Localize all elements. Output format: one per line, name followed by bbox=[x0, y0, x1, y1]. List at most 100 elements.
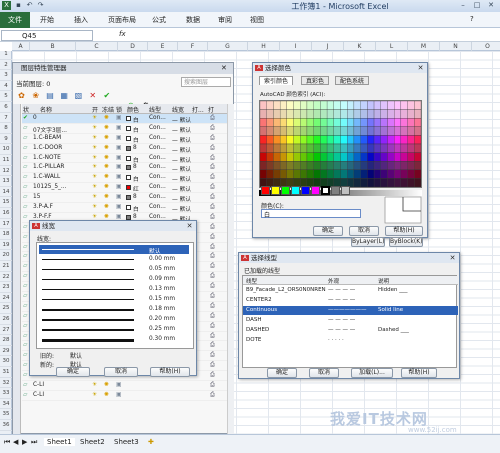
aci-swatch[interactable] bbox=[380, 161, 388, 170]
file-tab[interactable]: 文件 bbox=[0, 12, 30, 28]
lock-icon[interactable]: ▣ bbox=[116, 194, 121, 200]
search-layer-input[interactable]: 搜索图层 bbox=[181, 77, 231, 87]
printer-icon[interactable]: ⎙ bbox=[210, 184, 215, 191]
aci-swatch[interactable] bbox=[360, 152, 368, 162]
layer-row[interactable]: ▱ 15 ☀ ✺ ▣ 8 Con... — 默认 ⎙ bbox=[22, 193, 227, 203]
tab-data[interactable]: 数据 bbox=[186, 15, 200, 25]
lineweight-item[interactable]: 0.15 mm bbox=[39, 295, 189, 304]
insert-sheet-icon[interactable]: ✚ bbox=[148, 438, 154, 446]
aci-swatch[interactable] bbox=[380, 135, 388, 145]
aci-swatch[interactable] bbox=[300, 126, 308, 136]
aci-swatch[interactable] bbox=[347, 169, 355, 179]
aci-swatch[interactable] bbox=[394, 178, 402, 187]
aci-swatch[interactable] bbox=[400, 118, 408, 127]
aci-swatch[interactable] bbox=[279, 101, 287, 110]
aci-swatch[interactable] bbox=[266, 101, 274, 110]
lineweight-value[interactable]: — 默认 bbox=[172, 204, 191, 213]
aci-swatch[interactable] bbox=[394, 101, 402, 110]
maximize-icon[interactable]: □ bbox=[470, 0, 484, 10]
aci-swatch[interactable] bbox=[306, 169, 314, 179]
aci-swatch[interactable] bbox=[320, 169, 328, 179]
next-sheet-icon[interactable]: ▶ bbox=[22, 438, 27, 446]
aci-swatch[interactable] bbox=[360, 126, 368, 136]
aci-swatch[interactable] bbox=[360, 118, 368, 127]
aci-swatch[interactable] bbox=[387, 135, 395, 145]
aci-swatch[interactable] bbox=[266, 126, 274, 136]
aci-swatch[interactable] bbox=[320, 126, 328, 136]
lineweight-list[interactable]: 默认 0.00 mm 0.05 mm 0.09 mm 0.13 mm 0.15 mm 0.1… bbox=[36, 242, 194, 349]
aci-swatch[interactable] bbox=[326, 169, 334, 179]
lineweight-item[interactable]: 0.20 mm bbox=[39, 315, 189, 324]
tab-insert[interactable]: 插入 bbox=[74, 15, 88, 25]
delete-layer-icon[interactable]: ✕ bbox=[87, 91, 98, 101]
aci-swatch[interactable] bbox=[360, 143, 368, 153]
aci-swatch[interactable] bbox=[273, 118, 281, 127]
sun-icon[interactable]: ✺ bbox=[104, 125, 109, 131]
aci-swatch[interactable] bbox=[260, 126, 267, 136]
column-header[interactable]: J bbox=[312, 42, 344, 51]
sheet-tab-1[interactable]: Sheet1 bbox=[44, 438, 75, 446]
aci-swatch[interactable] bbox=[320, 143, 328, 153]
aci-swatch[interactable] bbox=[320, 135, 328, 145]
aci-swatch[interactable] bbox=[266, 109, 274, 119]
help-button[interactable]: 帮助(H) bbox=[385, 226, 423, 236]
linetype-name[interactable]: Con... bbox=[149, 164, 166, 170]
lineweight-value[interactable]: — 默认 bbox=[172, 125, 191, 134]
aci-swatch[interactable] bbox=[293, 161, 301, 170]
aci-swatch[interactable] bbox=[279, 126, 287, 136]
aci-swatch[interactable] bbox=[273, 152, 281, 162]
aci-swatch[interactable] bbox=[333, 143, 341, 153]
lock-icon[interactable]: ▣ bbox=[116, 392, 121, 398]
aci-swatch[interactable] bbox=[326, 101, 334, 110]
lightbulb-icon[interactable]: ☀ bbox=[92, 214, 97, 220]
lock-icon[interactable]: ▣ bbox=[116, 214, 121, 220]
lineweight-value[interactable]: — 默认 bbox=[172, 184, 191, 193]
aci-swatch[interactable] bbox=[373, 169, 381, 179]
aci-swatch[interactable] bbox=[367, 118, 375, 127]
aci-swatch[interactable] bbox=[260, 135, 267, 145]
col-freeze[interactable]: 冻结 bbox=[102, 105, 114, 114]
color-swatch[interactable] bbox=[126, 116, 131, 121]
aci-swatch[interactable] bbox=[306, 152, 314, 162]
aci-swatch[interactable] bbox=[293, 109, 301, 119]
sun-icon[interactable]: ✺ bbox=[104, 135, 109, 141]
column-header[interactable]: M bbox=[408, 42, 440, 51]
printer-icon[interactable]: ⎙ bbox=[210, 214, 215, 221]
row-header[interactable]: 10 bbox=[0, 146, 12, 155]
row-header[interactable]: 11 bbox=[0, 157, 12, 166]
aci-swatch[interactable] bbox=[394, 118, 402, 127]
printer-icon[interactable]: ⎙ bbox=[210, 263, 215, 270]
aci-swatch[interactable] bbox=[400, 101, 408, 110]
column-header[interactable]: E bbox=[148, 42, 178, 51]
aci-swatch[interactable] bbox=[340, 101, 348, 110]
set-current-icon[interactable]: ✔ bbox=[101, 91, 112, 101]
column-header[interactable]: K bbox=[344, 42, 376, 51]
lock-icon[interactable]: ▣ bbox=[116, 135, 121, 141]
lock-icon[interactable]: ▣ bbox=[116, 164, 121, 170]
aci-swatch[interactable] bbox=[286, 152, 294, 162]
aci-swatch[interactable] bbox=[266, 143, 274, 153]
layer-name[interactable]: 1.C-PILLAR bbox=[33, 164, 64, 170]
aci-swatch[interactable] bbox=[407, 135, 415, 145]
col-linetype[interactable]: 线型 bbox=[246, 277, 257, 285]
layer-name[interactable]: 1.C-WALL bbox=[33, 174, 60, 180]
layer-row[interactable]: ▱ 1.C-BEAM ☀ ✺ ▣ 白 Con... — 默认 ⎙ bbox=[22, 134, 227, 144]
aci-swatch[interactable] bbox=[347, 152, 355, 162]
aci-swatch[interactable] bbox=[293, 126, 301, 136]
lightbulb-icon[interactable]: ☀ bbox=[92, 115, 97, 121]
aci-swatch[interactable] bbox=[380, 152, 388, 162]
lightbulb-icon[interactable]: ☀ bbox=[92, 155, 97, 161]
row-header[interactable]: 32 bbox=[0, 380, 12, 389]
aci-swatch[interactable] bbox=[313, 109, 321, 119]
lineweight-item[interactable]: 0.30 mm bbox=[39, 335, 189, 344]
aci-swatch[interactable] bbox=[394, 109, 402, 119]
aci-swatch[interactable] bbox=[353, 126, 361, 136]
aci-swatch[interactable] bbox=[347, 126, 355, 136]
col-lock[interactable]: 锁 bbox=[116, 105, 122, 114]
lock-icon[interactable]: ▣ bbox=[116, 174, 121, 180]
aci-swatch[interactable] bbox=[373, 118, 381, 127]
aci-swatch[interactable] bbox=[360, 109, 368, 119]
aci-swatch[interactable] bbox=[260, 101, 267, 110]
aci-swatch[interactable] bbox=[293, 135, 301, 145]
aci-swatch[interactable] bbox=[347, 101, 355, 110]
